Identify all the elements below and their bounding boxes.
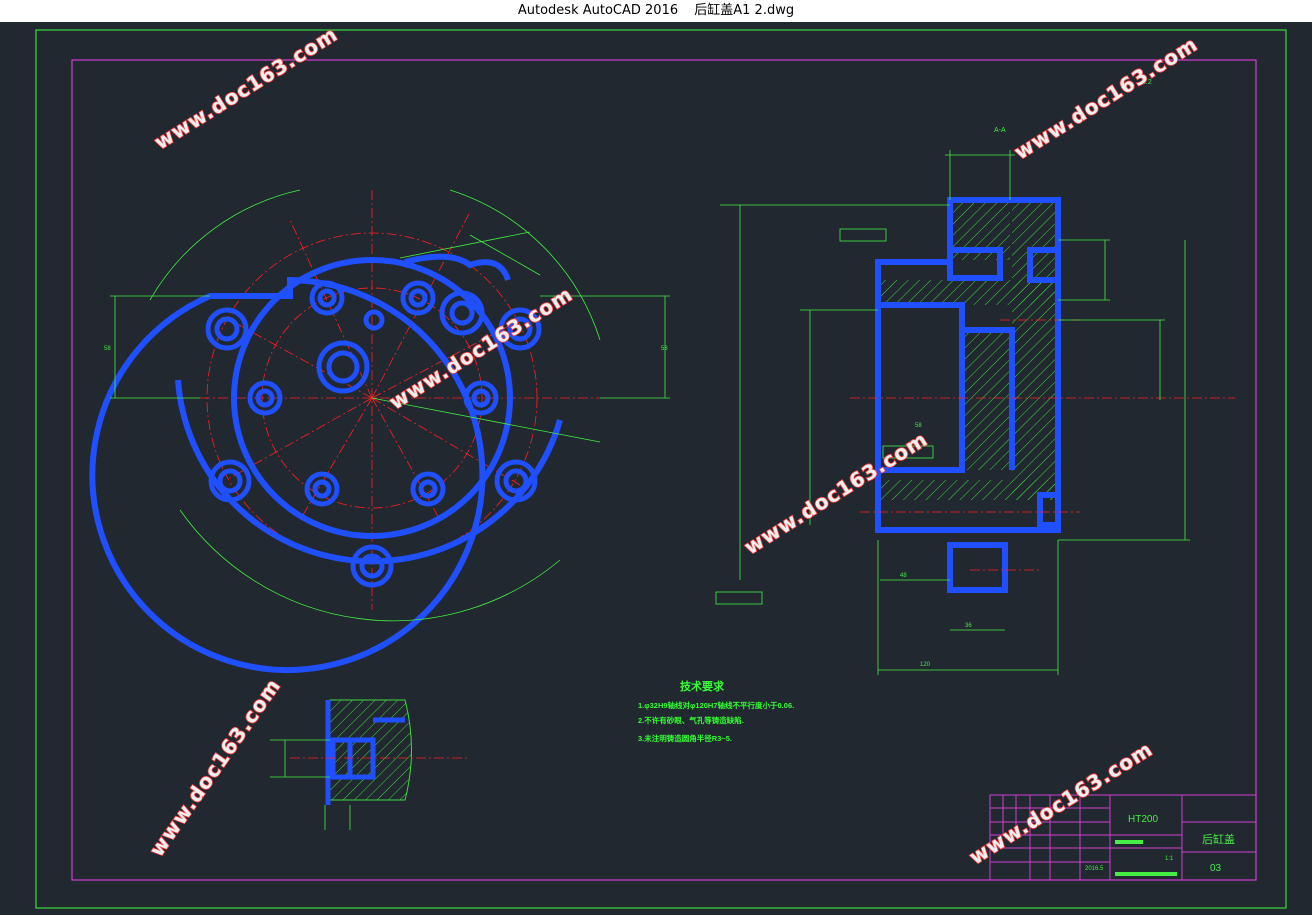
material: HT200 (1128, 814, 1158, 825)
front-dim-left: 58 (104, 346, 111, 352)
scale: 1:1 (1165, 856, 1174, 862)
inner-frame (71, 59, 1257, 881)
section-dim-48: 48 (900, 573, 907, 579)
detail-view[interactable] (270, 699, 470, 830)
watermark-5: www.doc163.com (144, 674, 285, 861)
window-title-bar: Autodesk AutoCAD 2016 后缸盖A1 2.dwg (0, 0, 1312, 22)
year: 2016.5 (1085, 866, 1104, 872)
file-title: 后缸盖A1 2.dwg (694, 3, 795, 18)
front-dim-right: 58 (661, 346, 668, 352)
tech-line-1: 1.φ32H9轴线对φ120H7轴线不平行度小于0.06. (638, 700, 794, 710)
part-name: 后缸盖 (1202, 832, 1235, 846)
section-dim-bottom: 120 (920, 662, 931, 668)
section-dim-small: 36 (965, 623, 972, 629)
app-title: Autodesk AutoCAD 2016 (517, 3, 679, 18)
tech-line-3: 3.未注明铸造圆角半径R3~5. (638, 733, 732, 743)
section-title: A-A (994, 127, 1006, 134)
cad-drawing[interactable]: 58 58 A-A 120 36 48 58 3.2 技术要求 1.φ32H9轴… (0, 22, 1312, 915)
drawing-canvas[interactable]: 58 58 A-A 120 36 48 58 3.2 技术要求 1.φ32H9轴… (0, 22, 1312, 915)
watermark-2: www.doc163.com (1010, 32, 1202, 164)
section-view[interactable]: A-A 120 36 48 58 3.2 (715, 79, 1235, 675)
watermark-6: www.doc163.com (965, 737, 1157, 869)
tech-requirements: 技术要求 1.φ32H9轴线对φ120H7轴线不平行度小于0.06. 2.不许有… (638, 679, 794, 743)
drawing-number: 03 (1210, 863, 1222, 874)
tech-line-2: 2.不许有砂眼、气孔等铸造缺陷. (638, 715, 744, 725)
front-view[interactable]: 58 58 (89, 189, 670, 673)
tech-title: 技术要求 (680, 679, 725, 693)
watermark-1: www.doc163.com (150, 22, 342, 154)
